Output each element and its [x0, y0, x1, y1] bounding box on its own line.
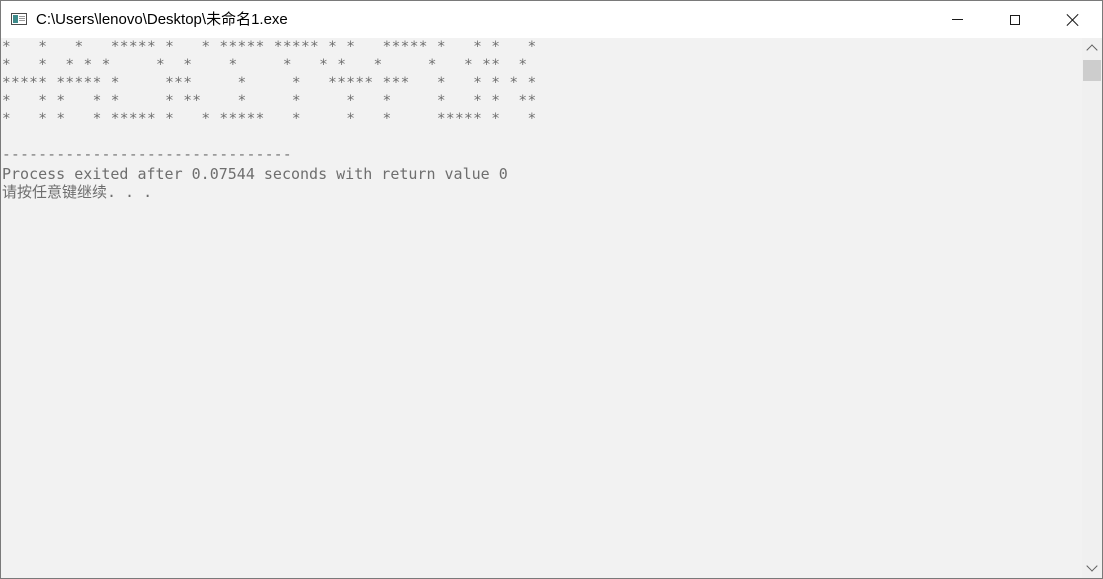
ascii-art-line-4: * * * * * * ** * * * * * * * **	[2, 93, 537, 109]
process-exit-message: Process exited after 0.07544 seconds wit…	[2, 165, 508, 183]
scroll-up-button[interactable]	[1082, 38, 1102, 58]
vertical-scrollbar[interactable]	[1082, 38, 1102, 578]
scroll-down-icon	[1086, 560, 1098, 572]
scroll-up-icon	[1086, 44, 1098, 56]
console-output[interactable]: * * * ***** * * ***** ***** * * ***** * …	[1, 38, 1081, 578]
close-icon	[1066, 13, 1080, 27]
ascii-art-line-5: * * * * ***** * * ***** * * * ***** * *	[2, 111, 537, 127]
scroll-thumb[interactable]	[1083, 60, 1101, 81]
ascii-art-line-2: * * * * * * * * * * * * * * ** *	[2, 57, 528, 73]
console-app-icon[interactable]	[11, 13, 27, 25]
minimize-icon	[951, 19, 963, 20]
console-window: C:\Users\lenovo\Desktop\未命名1.exe * * * *…	[0, 0, 1103, 579]
maximize-icon	[1010, 14, 1020, 25]
press-any-key-prompt: 请按任意键继续. . .	[2, 183, 153, 201]
window-title: C:\Users\lenovo\Desktop\未命名1.exe	[36, 11, 288, 28]
separator-line: --------------------------------	[2, 147, 292, 163]
ascii-art-line-3: ***** ***** * *** * * ***** *** * * * * …	[2, 75, 537, 91]
title-bar[interactable]: C:\Users\lenovo\Desktop\未命名1.exe	[1, 1, 1102, 38]
scroll-down-button[interactable]	[1082, 558, 1102, 578]
close-button[interactable]	[1044, 1, 1102, 38]
ascii-art-line-1: * * * ***** * * ***** ***** * * ***** * …	[2, 39, 537, 55]
maximize-button[interactable]	[986, 1, 1044, 38]
minimize-button[interactable]	[928, 1, 986, 38]
